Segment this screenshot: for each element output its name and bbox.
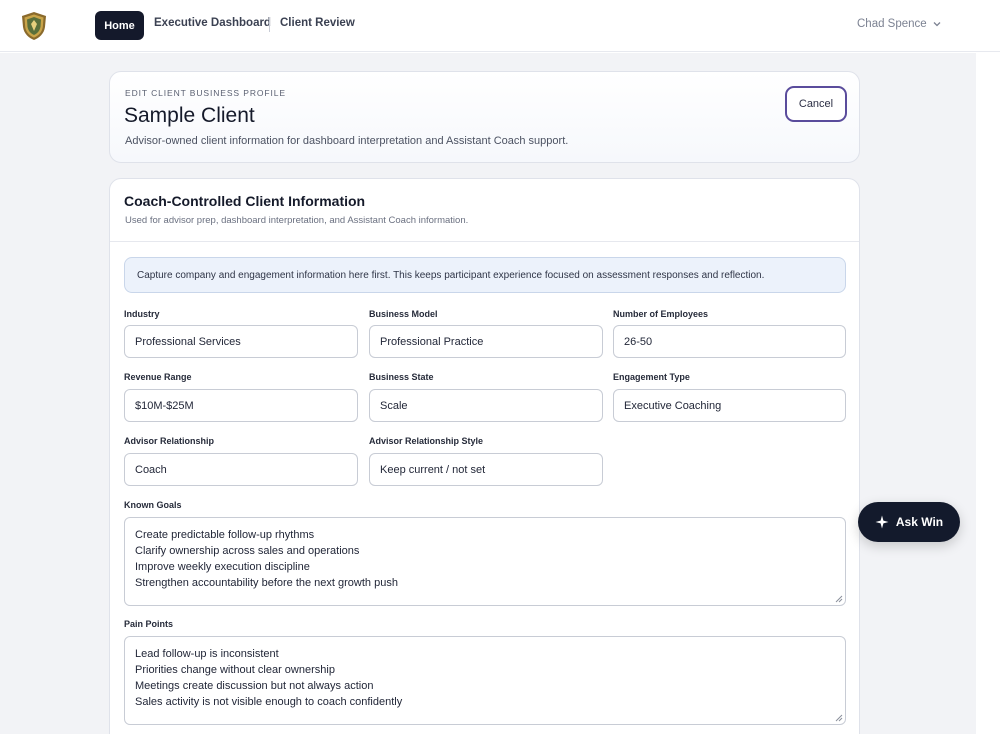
advisor-relationship-label: Advisor Relationship [124,436,215,446]
revenue-range-field[interactable]: $10M-$25M [124,389,358,422]
sparkle-icon [875,515,889,529]
revenue-range-label: Revenue Range [124,372,192,382]
pain-points-label: Pain Points [124,619,174,629]
business-state-label: Business State [369,372,434,382]
nav-home-button[interactable]: Home [95,11,144,40]
nav-client-review[interactable]: Client Review [280,17,355,29]
page-eyebrow: EDIT CLIENT BUSINESS PROFILE [125,88,286,98]
pain-point-line: Priorities change without clear ownershi… [135,664,335,676]
section-title: Coach-Controlled Client Information [124,193,366,209]
page-title: Sample Client [124,104,255,127]
advisor-relationship-style-label: Advisor Relationship Style [369,436,484,446]
client-information-form: Coach-Controlled Client Information Used… [109,178,860,734]
ask-win-label: Ask Win [895,515,944,529]
top-navigation: Home Executive Dashboard Client Review C… [0,0,1000,52]
known-goals-label: Known Goals [124,500,182,510]
business-state-field[interactable]: Scale [369,389,603,422]
advisor-relationship-field[interactable]: Coach [124,453,358,486]
employees-label: Number of Employees [613,309,709,319]
pain-point-line: Lead follow-up is inconsistent [135,648,279,660]
industry-label: Industry [124,309,160,319]
known-goal-line: Improve weekly execution discipline [135,561,310,573]
engagement-type-label: Engagement Type [613,372,690,382]
user-name: Chad Spence [857,18,927,30]
nav-executive-dashboard[interactable]: Executive Dashboard [154,17,271,29]
known-goal-line: Clarify ownership across sales and opera… [135,545,360,557]
pain-points-textarea[interactable]: Lead follow-up is inconsistent Prioritie… [124,636,846,725]
industry-field[interactable]: Professional Services [124,325,358,358]
nav-divider [269,17,270,32]
business-model-field[interactable]: Professional Practice [369,325,603,358]
section-header: Coach-Controlled Client Information Used… [110,179,859,242]
section-subtitle: Used for advisor prep, dashboard interpr… [125,215,469,226]
chevron-down-icon [933,22,941,27]
user-menu[interactable]: Chad Spence [857,18,941,30]
employees-field[interactable]: 26-50 [613,325,846,358]
shield-logo-icon[interactable] [20,11,48,41]
pain-point-line: Meetings create discussion but not alway… [135,680,374,692]
info-notice: Capture company and engagement informati… [124,257,846,293]
page-subtitle: Advisor-owned client information for das… [125,135,569,147]
known-goal-line: Strengthen accountability before the nex… [135,577,398,589]
ask-win-button[interactable]: Ask Win [858,502,960,542]
scrollbar-rail[interactable] [976,53,1000,734]
pain-point-line: Sales activity is not visible enough to … [135,696,403,708]
cancel-button[interactable]: Cancel [785,86,847,122]
resize-grip-icon[interactable] [835,714,843,722]
business-model-label: Business Model [369,309,438,319]
known-goals-textarea[interactable]: Create predictable follow-up rhythms Cla… [124,517,846,606]
known-goal-line: Create predictable follow-up rhythms [135,529,315,541]
engagement-type-field[interactable]: Executive Coaching [613,389,846,422]
resize-grip-icon[interactable] [835,595,843,603]
advisor-relationship-style-select[interactable]: Keep current / not set [369,453,603,486]
profile-header-card: EDIT CLIENT BUSINESS PROFILE Sample Clie… [109,71,860,163]
